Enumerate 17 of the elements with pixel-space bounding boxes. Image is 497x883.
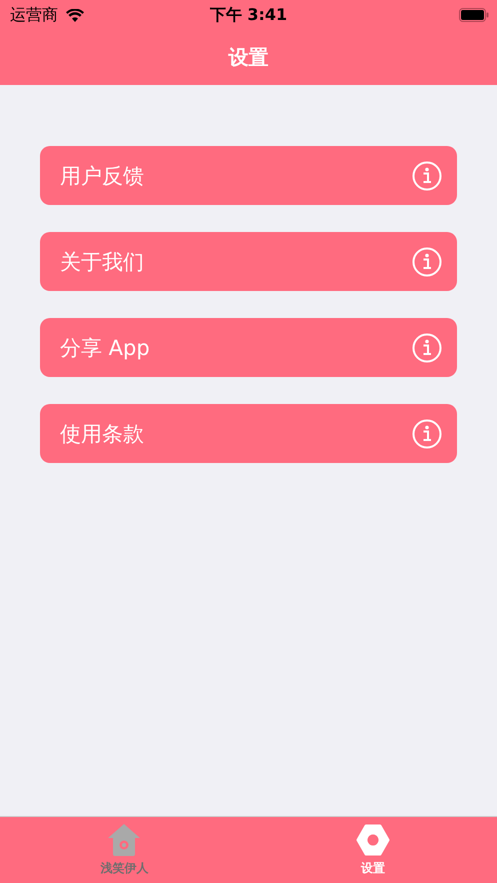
tab-item[interactable]: 设置 xyxy=(248,817,497,883)
wifi-icon xyxy=(66,8,84,22)
nav-title: 设置 xyxy=(228,44,268,71)
info-icon xyxy=(412,160,442,190)
tab-item[interactable]: 浅笑伊人 xyxy=(0,817,248,883)
menu-item[interactable]: 用户反馈 xyxy=(40,146,457,205)
clock: 下午 3:41 xyxy=(210,4,288,26)
settings-icon xyxy=(356,823,390,857)
menu-item[interactable]: 分享 App xyxy=(40,318,457,377)
menu-item[interactable]: 使用条款 xyxy=(40,404,457,463)
carrier-label: 运营商 xyxy=(10,4,58,26)
battery-icon xyxy=(459,8,489,22)
info-icon xyxy=(412,332,442,362)
info-icon xyxy=(412,246,442,276)
house-icon xyxy=(107,823,142,857)
info-icon xyxy=(412,418,442,448)
menu-item[interactable]: 关于我们 xyxy=(40,232,457,291)
